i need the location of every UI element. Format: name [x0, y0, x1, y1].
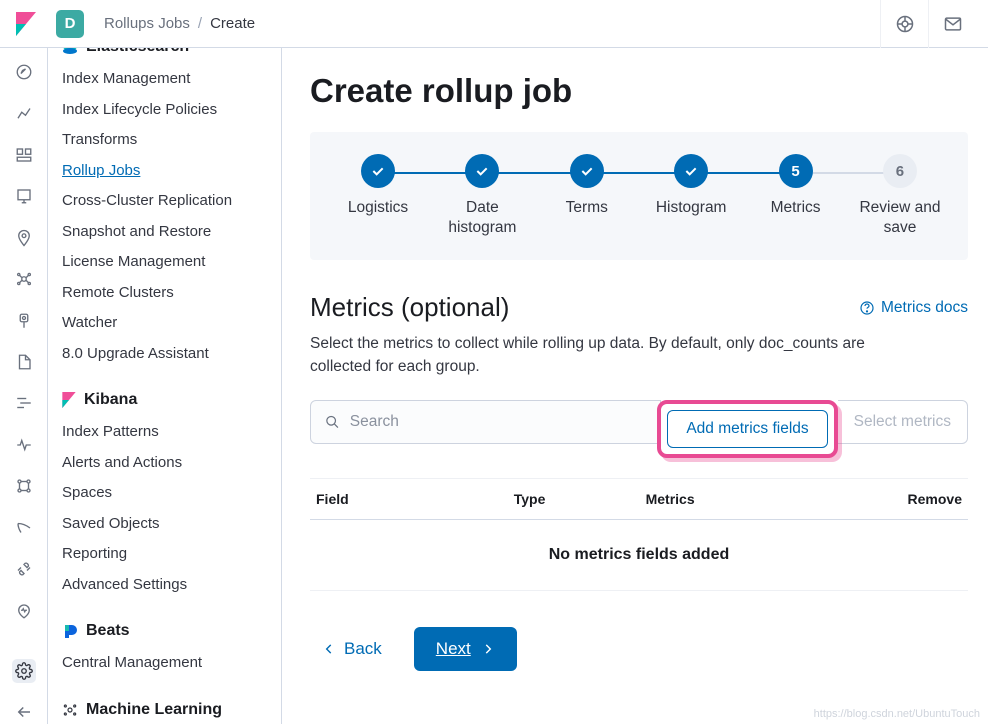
rail-ml-icon[interactable] [12, 267, 36, 290]
rail-management-icon[interactable] [12, 659, 36, 683]
rail-monitor-icon[interactable] [12, 599, 36, 622]
breadcrumb-current: Create [210, 15, 255, 32]
search-field-wrap[interactable] [310, 400, 661, 444]
metrics-toolbar: Add metrics fields Select metrics [310, 400, 968, 458]
add-fields-highlight: Add metrics fields [657, 400, 837, 458]
search-icon [325, 414, 340, 430]
sidebar-item-saved[interactable]: Saved Objects [62, 509, 269, 540]
rail-maps-icon[interactable] [12, 226, 36, 249]
rail-uptime-icon[interactable] [12, 433, 36, 456]
sidebar-item-alerts[interactable]: Alerts and Actions [62, 448, 269, 479]
sidebar-item-ccr[interactable]: Cross-Cluster Replication [62, 186, 269, 217]
wizard-nav: Back Next [310, 627, 968, 671]
sidebar-item-remote[interactable]: Remote Clusters [62, 278, 269, 309]
newsfeed-icon[interactable] [928, 0, 976, 48]
breadcrumb-separator: / [198, 15, 202, 32]
rail-dev-icon[interactable] [12, 558, 36, 581]
select-metrics-button: Select metrics [838, 400, 968, 444]
sidebar-item-reporting[interactable]: Reporting [62, 539, 269, 570]
sidebar: Elasticsearch Index Management Index Lif… [48, 48, 282, 724]
table-empty-message: No metrics fields added [310, 520, 968, 591]
rail-logs-icon[interactable] [12, 350, 36, 373]
rail-endpoint-icon[interactable] [12, 516, 36, 539]
sidebar-item-index-mgmt[interactable]: Index Management [62, 64, 269, 95]
help-circle-icon [859, 300, 875, 316]
step-terms[interactable]: Terms [537, 154, 637, 218]
sidebar-item-snapshot[interactable]: Snapshot and Restore [62, 217, 269, 248]
top-header: D Rollups Jobs / Create [0, 0, 988, 48]
ml-icon [62, 702, 78, 718]
chevron-right-icon [481, 642, 495, 656]
rail-visualize-icon[interactable] [12, 101, 36, 124]
col-remove: Remove [857, 491, 962, 507]
breadcrumb-parent[interactable]: Rollups Jobs [104, 15, 190, 32]
rail-canvas-icon[interactable] [12, 184, 36, 207]
sidebar-item-rollup[interactable]: Rollup Jobs [62, 156, 269, 187]
sidebar-section-elasticsearch: Elasticsearch [62, 48, 269, 56]
watermark-text: https://blog.csdn.net/UbuntuTouch [814, 708, 980, 720]
wizard-stepper: Logistics Date histogram Terms Histogram… [310, 132, 968, 260]
step-metrics[interactable]: 5 Metrics [746, 154, 846, 218]
space-selector[interactable]: D [56, 10, 84, 38]
col-metrics[interactable]: Metrics [646, 491, 857, 507]
step-number: 5 [779, 154, 813, 188]
step-histogram[interactable]: Histogram [641, 154, 741, 218]
help-icon[interactable] [880, 0, 928, 48]
sidebar-item-spaces[interactable]: Spaces [62, 478, 269, 509]
step-review[interactable]: 6 Review and save [850, 154, 950, 238]
next-button[interactable]: Next [414, 627, 517, 671]
rail-siem-icon[interactable] [12, 475, 36, 498]
back-button[interactable]: Back [310, 629, 394, 669]
col-field[interactable]: Field [316, 491, 514, 507]
step-date-histogram[interactable]: Date histogram [432, 154, 532, 238]
sidebar-item-upgrade[interactable]: 8.0 Upgrade Assistant [62, 339, 269, 370]
sidebar-item-transforms[interactable]: Transforms [62, 125, 269, 156]
sidebar-item-central[interactable]: Central Management [62, 648, 269, 679]
col-type[interactable]: Type [514, 491, 646, 507]
main-content: Create rollup job Logistics Date histogr… [282, 48, 988, 724]
sidebar-item-license[interactable]: License Management [62, 247, 269, 278]
rail-discover-icon[interactable] [12, 60, 36, 83]
sidebar-section-beats: Beats [62, 622, 269, 640]
metrics-table: Field Type Metrics Remove No metrics fie… [310, 478, 968, 591]
table-header: Field Type Metrics Remove [310, 479, 968, 520]
section-title: Metrics (optional) [310, 292, 509, 323]
search-input[interactable] [350, 413, 647, 431]
step-logistics[interactable]: Logistics [328, 154, 428, 218]
rail-dashboard-icon[interactable] [12, 143, 36, 166]
check-icon [570, 154, 604, 188]
kibana-icon [62, 392, 76, 408]
nav-icon-rail [0, 48, 48, 724]
step-number: 6 [883, 154, 917, 188]
page-title: Create rollup job [310, 72, 968, 110]
beats-icon [62, 623, 78, 639]
sidebar-item-advanced[interactable]: Advanced Settings [62, 570, 269, 601]
breadcrumb: Rollups Jobs / Create [104, 15, 255, 32]
elasticsearch-icon [62, 48, 78, 56]
rail-collapse-icon[interactable] [12, 701, 36, 724]
metrics-docs-link[interactable]: Metrics docs [859, 299, 968, 317]
sidebar-item-patterns[interactable]: Index Patterns [62, 417, 269, 448]
sidebar-item-ilm[interactable]: Index Lifecycle Policies [62, 95, 269, 126]
check-icon [465, 154, 499, 188]
chevron-left-icon [322, 642, 336, 656]
rail-infra-icon[interactable] [12, 309, 36, 332]
check-icon [674, 154, 708, 188]
sidebar-section-kibana: Kibana [62, 391, 269, 409]
check-icon [361, 154, 395, 188]
sidebar-item-watcher[interactable]: Watcher [62, 308, 269, 339]
add-metrics-fields-button[interactable]: Add metrics fields [667, 410, 827, 448]
sidebar-section-ml: Machine Learning [62, 701, 269, 719]
kibana-logo-icon[interactable] [12, 10, 40, 38]
rail-apm-icon[interactable] [12, 392, 36, 415]
section-description: Select the metrics to collect while roll… [310, 333, 870, 378]
